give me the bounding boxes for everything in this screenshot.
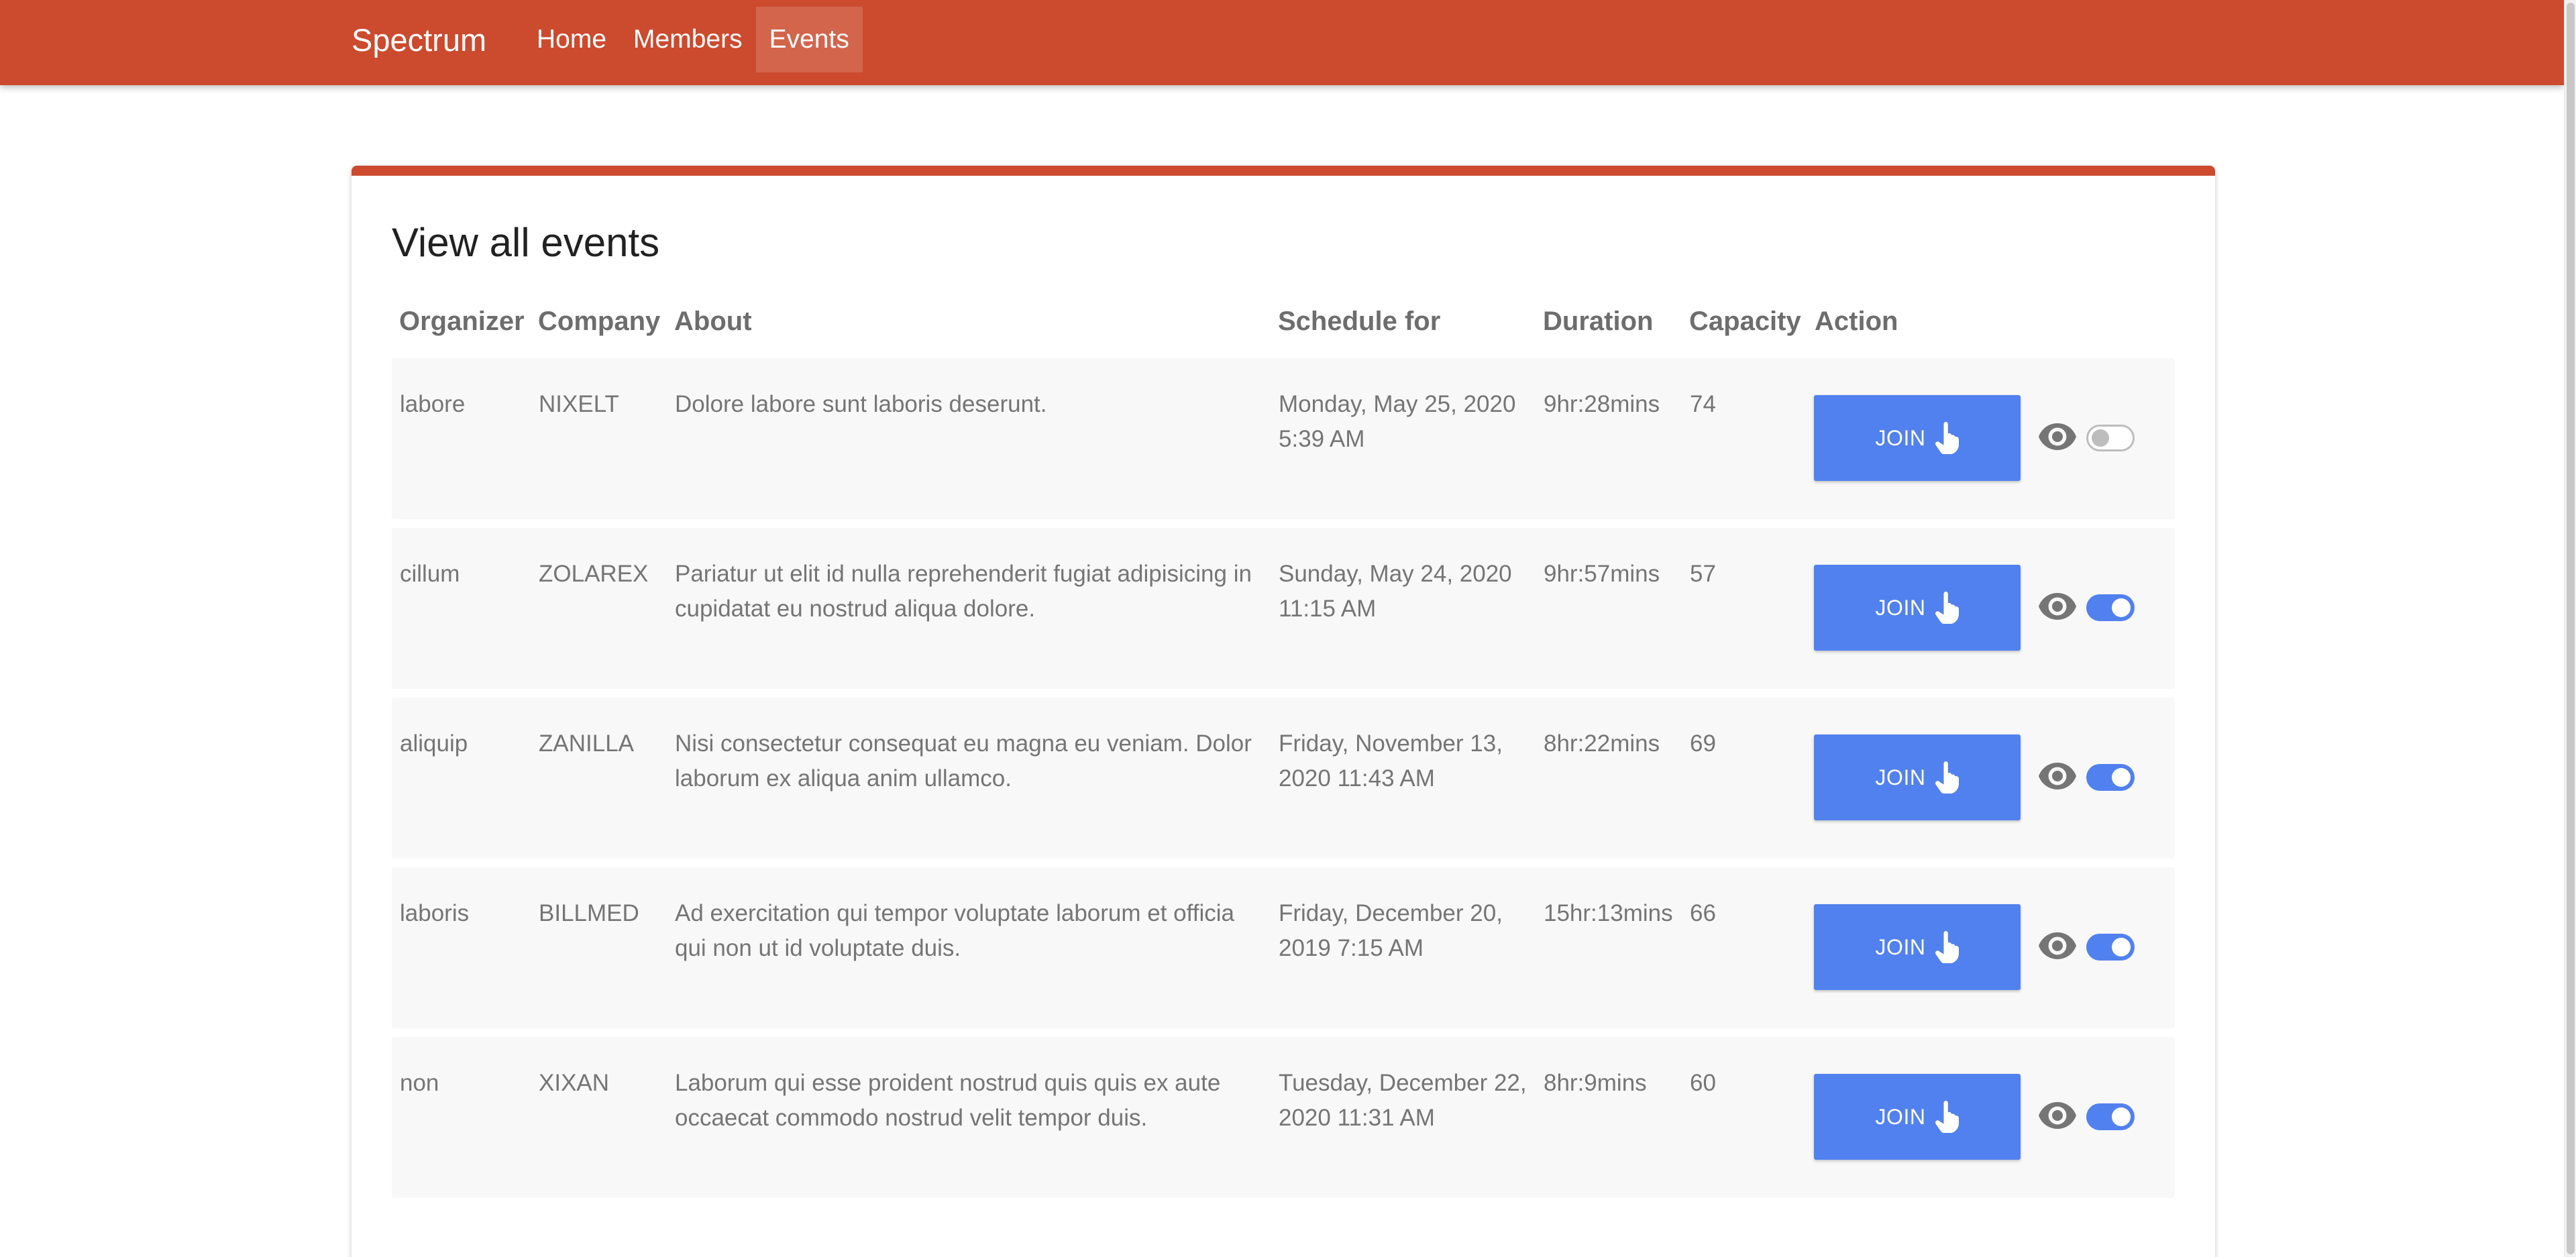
- join-button[interactable]: JOIN: [1814, 904, 2021, 990]
- column-header-organizer: Organizer: [399, 307, 525, 336]
- table-row: aliquip ZANILLA Nisi consectetur consequat…: [392, 698, 2175, 859]
- nav-link-home[interactable]: Home: [523, 7, 620, 72]
- cell-capacity: 66: [1690, 900, 1716, 926]
- cell-about: Pariatur ut elit id nulla reprehenderit …: [675, 561, 1252, 622]
- cell-about: Laborum qui esse proident nostrud quis q…: [675, 1070, 1221, 1131]
- cell-schedule: Friday, December 20, 2019 7:15 AM: [1279, 900, 1503, 961]
- top-navbar: Spectrum Home Members Events: [0, 0, 2564, 85]
- event-enabled-toggle[interactable]: [2086, 594, 2135, 621]
- eye-icon[interactable]: [2039, 932, 2076, 959]
- event-enabled-toggle[interactable]: [2086, 425, 2135, 451]
- cell-schedule: Sunday, May 24, 2020 11:15 AM: [1279, 561, 1512, 622]
- table-row: labore NIXELT Dolore labore sunt laboris d…: [392, 358, 2175, 519]
- nav-link-events[interactable]: Events: [755, 7, 863, 72]
- events-card: View all events Organizer Company About …: [352, 166, 2215, 1257]
- event-enabled-toggle[interactable]: [2086, 934, 2135, 961]
- cell-schedule: Friday, November 13, 2020 11:43 AM: [1279, 730, 1503, 791]
- column-header-capacity: Capacity: [1689, 307, 1801, 336]
- touch-hand-icon: [1935, 761, 1960, 794]
- join-button-label: JOIN: [1875, 425, 1926, 450]
- toggle-knob: [2112, 1107, 2131, 1126]
- cell-duration: 8hr:22mins: [1544, 730, 1660, 757]
- eye-icon[interactable]: [2039, 593, 2076, 620]
- scrollbar-thumb[interactable]: [2567, 3, 2575, 1254]
- page-title: View all events: [392, 220, 660, 265]
- cell-organizer: aliquip: [400, 730, 468, 757]
- touch-hand-icon: [1935, 931, 1960, 963]
- toggle-knob: [2112, 938, 2131, 957]
- column-header-company: Company: [538, 307, 661, 336]
- touch-hand-icon: [1935, 1101, 1960, 1133]
- cell-schedule: Tuesday, December 22, 2020 11:31 AM: [1279, 1070, 1527, 1131]
- column-header-schedule: Schedule for: [1278, 307, 1441, 336]
- column-header-duration: Duration: [1543, 307, 1654, 336]
- join-button-label: JOIN: [1875, 765, 1926, 789]
- join-button[interactable]: JOIN: [1814, 565, 2021, 651]
- cell-about: Dolore labore sunt laboris deserunt.: [675, 391, 1047, 417]
- cell-capacity: 74: [1690, 391, 1716, 417]
- cell-about: Ad exercitation qui tempor voluptate lab…: [675, 900, 1234, 961]
- cell-organizer: cillum: [400, 561, 460, 587]
- table-header: Organizer Company About Schedule for Dur…: [352, 307, 2215, 347]
- cell-organizer: non: [400, 1070, 439, 1096]
- vertical-scrollbar[interactable]: [2564, 0, 2576, 1257]
- page: Spectrum Home Members Events View all ev…: [0, 0, 2576, 1257]
- touch-hand-icon: [1935, 592, 1960, 624]
- column-header-about: About: [674, 307, 752, 336]
- join-button-label: JOIN: [1875, 934, 1926, 959]
- event-enabled-toggle[interactable]: [2086, 764, 2135, 791]
- table-row: non XIXAN Laborum qui esse proident nostru…: [392, 1037, 2175, 1198]
- cell-duration: 9hr:57mins: [1544, 561, 1660, 587]
- cell-duration: 8hr:9mins: [1544, 1070, 1647, 1096]
- column-header-action: Action: [1815, 307, 1898, 336]
- cell-capacity: 69: [1690, 730, 1716, 757]
- toggle-knob: [2112, 598, 2131, 617]
- nav-link-members[interactable]: Members: [620, 7, 756, 72]
- toggle-knob: [2112, 768, 2131, 787]
- cell-company: ZOLAREX: [539, 561, 649, 587]
- join-button[interactable]: JOIN: [1814, 734, 2021, 820]
- cell-capacity: 57: [1690, 561, 1716, 587]
- eye-icon[interactable]: [2039, 423, 2076, 450]
- cell-organizer: labore: [400, 391, 466, 417]
- eye-icon[interactable]: [2039, 763, 2076, 789]
- join-button[interactable]: JOIN: [1814, 1074, 2021, 1160]
- cell-company: BILLMED: [539, 900, 639, 926]
- cell-organizer: laboris: [400, 900, 470, 926]
- cell-company: ZANILLA: [539, 730, 634, 757]
- table-row: cillum ZOLAREX Pariatur ut elit id nulla r…: [392, 528, 2175, 689]
- eye-icon[interactable]: [2039, 1102, 2076, 1129]
- cell-duration: 15hr:13mins: [1544, 900, 1673, 926]
- table-row: laboris BILLMED Ad exercitation qui tempor…: [392, 867, 2175, 1028]
- toggle-knob: [2092, 429, 2109, 447]
- join-button[interactable]: JOIN: [1814, 395, 2021, 481]
- cell-duration: 9hr:28mins: [1544, 391, 1660, 417]
- brand-logo[interactable]: Spectrum: [352, 0, 486, 80]
- cell-about: Nisi consectetur consequat eu magna eu v…: [675, 730, 1252, 791]
- nav-links: Home Members Events: [523, 7, 863, 72]
- cell-capacity: 60: [1690, 1070, 1716, 1096]
- touch-hand-icon: [1935, 422, 1960, 454]
- cell-company: NIXELT: [539, 391, 619, 417]
- cell-schedule: Monday, May 25, 2020 5:39 AM: [1279, 391, 1516, 452]
- cell-company: XIXAN: [539, 1070, 610, 1096]
- event-enabled-toggle[interactable]: [2086, 1103, 2135, 1130]
- join-button-label: JOIN: [1875, 595, 1926, 620]
- join-button-label: JOIN: [1875, 1104, 1926, 1129]
